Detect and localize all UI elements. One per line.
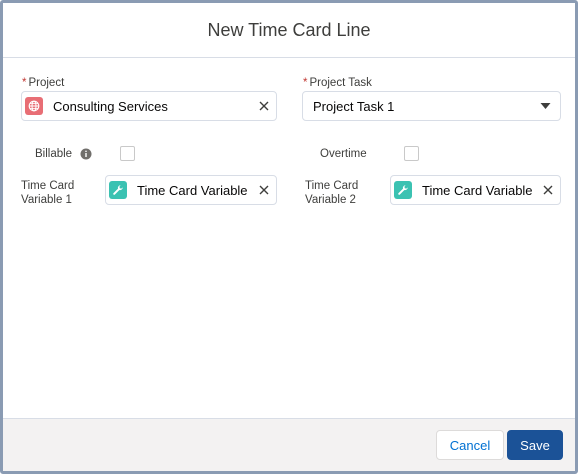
variable1-clear-icon[interactable] (252, 178, 276, 202)
modal: New Time Card Line * Project Consulting S… (0, 0, 578, 474)
variable2-lookup-field[interactable]: Time Card Variable 2 (390, 175, 561, 205)
billable-checkbox[interactable] (120, 146, 135, 161)
required-marker: * (22, 77, 27, 89)
project-lookup-field[interactable]: Consulting Services (21, 91, 277, 121)
chevron-down-icon (533, 94, 557, 118)
wrench-icon (109, 181, 127, 199)
project-task-label: * Project Task (303, 77, 372, 89)
variable2-label: Time Card Variable 2 (305, 180, 359, 206)
overtime-checkbox[interactable] (404, 146, 419, 161)
billable-label: Billable (35, 148, 73, 160)
project-task-value: Project Task 1 (313, 98, 395, 114)
modal-title: New Time Card Line (207, 19, 371, 40)
project-value: Consulting Services (53, 98, 168, 114)
required-marker: * (303, 77, 308, 89)
variable2-value: Time Card Variable 2 (422, 182, 536, 198)
save-button[interactable]: Save (507, 430, 563, 460)
overtime-label: Overtime (320, 148, 367, 160)
project-label: * Project (22, 77, 65, 89)
wrench-icon (394, 181, 412, 199)
variable1-lookup-field[interactable]: Time Card Variable 1 (105, 175, 277, 205)
cancel-button[interactable]: Cancel (436, 430, 504, 460)
info-icon[interactable] (80, 148, 92, 160)
variable2-clear-icon[interactable] (536, 178, 560, 202)
modal-footer: Cancel Save (3, 418, 575, 471)
project-task-select[interactable]: Project Task 1 (302, 91, 561, 121)
globe-icon (25, 97, 43, 115)
variable1-value: Time Card Variable 1 (137, 182, 252, 198)
modal-header: New Time Card Line (3, 3, 575, 58)
project-clear-icon[interactable] (252, 94, 276, 118)
variable1-label: Time Card Variable 1 (21, 180, 75, 206)
